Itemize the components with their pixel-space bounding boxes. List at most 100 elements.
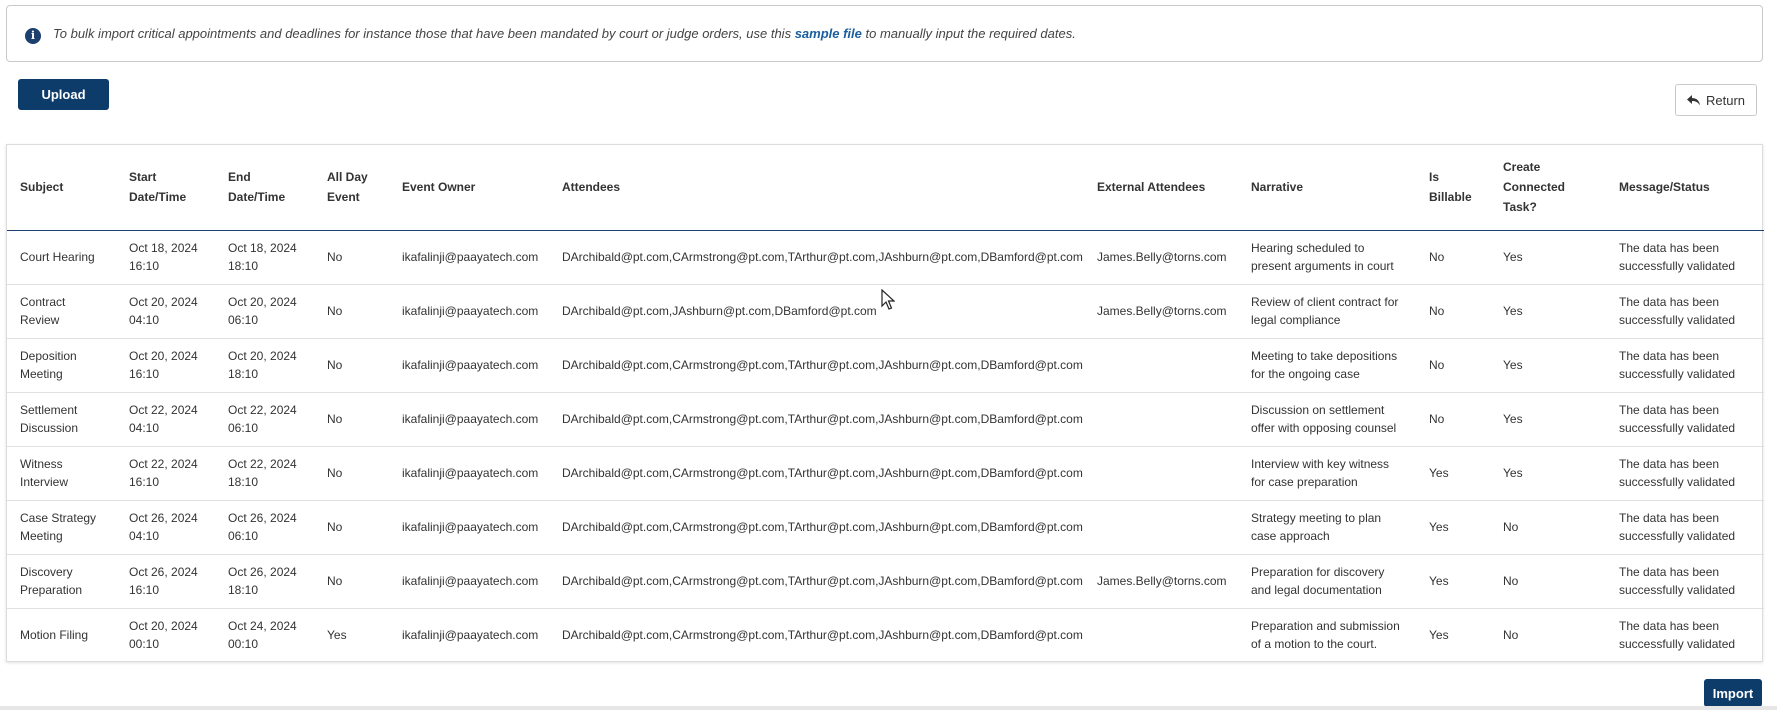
cell-start-line: Oct 20, 2024 (129, 619, 198, 634)
cell-attendees: DArchibald@pt.com,CArmstrong@pt.com,TArt… (549, 500, 1084, 555)
column-header-external-attendees: External Attendees (1084, 145, 1238, 231)
cell-narrative-line: Hearing scheduled to (1251, 241, 1365, 255)
upload-button[interactable]: Upload (18, 79, 109, 110)
cell-subject-line: Discussion (20, 421, 79, 435)
cell-narrative-line: and legal documentation (1251, 583, 1382, 597)
mouse-cursor-icon (881, 288, 896, 314)
cell-narrative-line: offer with opposing counsel (1251, 421, 1397, 435)
cell-billable: No (1416, 392, 1490, 447)
page-bottom-divider (0, 706, 1777, 710)
cell-subject-line: Witness (20, 457, 63, 471)
cell-billable: No (1416, 338, 1490, 393)
cell-start-line: Oct 26, 2024 (129, 565, 198, 579)
header-narrative-line: Narrative (1251, 180, 1304, 195)
cell-status: The data has been successfully validated (1606, 338, 1764, 393)
cell-start: Oct 20, 2024 00:10 (116, 608, 215, 662)
header-is-billable-line: Is (1429, 170, 1440, 185)
cell-start: Oct 20, 2024 04:10 (116, 284, 215, 339)
cell-end-line: 18:10 (228, 475, 259, 489)
cell-all-day: Yes (327, 628, 347, 643)
cell-start-line: 16:10 (129, 367, 160, 381)
cell-status-line: successfully validated (1619, 259, 1736, 273)
cell-external (1084, 392, 1238, 447)
cell-external (1084, 608, 1238, 662)
header-external-attendees-line: External Attendees (1097, 180, 1206, 195)
column-header-is-billable: Is Billable (1416, 145, 1490, 231)
header-message-status-line: Message/Status (1619, 180, 1710, 195)
sample-file-link[interactable]: sample file (795, 26, 862, 41)
cell-end: Oct 20, 2024 06:10 (215, 284, 314, 339)
cell-attendees: DArchibald@pt.com,CArmstrong@pt.com,TArt… (549, 554, 1084, 609)
cell-all-day: No (314, 446, 389, 501)
cell-subject: Motion Filing (7, 608, 116, 662)
cell-attendees: DArchibald@pt.com,CArmstrong@pt.com,TArt… (549, 392, 1084, 447)
cell-start-line: 04:10 (129, 529, 160, 543)
cell-start: Oct 26, 2024 04:10 (116, 500, 215, 555)
cell-subject: Settlement Discussion (7, 392, 116, 447)
cell-end-line: Oct 24, 2024 (228, 619, 297, 634)
header-create-connected-task-line: Task? (1503, 200, 1537, 215)
cell-billable: No (1416, 230, 1490, 285)
cell-narrative: Preparation and submission of a motion to… (1238, 608, 1416, 662)
column-header-attendees: Attendees (549, 145, 1084, 231)
header-is-billable-line: Billable (1429, 190, 1472, 205)
cell-narrative-line: Strategy meeting to plan (1251, 511, 1382, 525)
cell-status: The data has been successfully validated (1606, 500, 1764, 555)
header-all-day-event-line: Event (327, 190, 360, 205)
table-row: Settlement Discussion Oct 22, 2024 04:10 Oct… (7, 392, 1764, 447)
cell-task: Yes (1490, 446, 1606, 501)
column-header-end-datetime: End Date/Time (215, 145, 314, 231)
cell-narrative-line: for the ongoing case (1251, 367, 1360, 381)
info-text-before: To bulk import critical appointments and… (53, 26, 795, 41)
cell-end: Oct 18, 2024 18:10 (215, 230, 314, 285)
cell-owner: ikafalinji@paayatech.com (389, 338, 549, 393)
cell-start-line: 00:10 (129, 637, 160, 652)
header-attendees-line: Attendees (562, 180, 621, 195)
cell-narrative: Discussion on settlement offer with oppos… (1238, 392, 1416, 447)
cell-status: The data has been successfully validated (1606, 230, 1764, 285)
cell-status-line: The data has been (1619, 241, 1720, 255)
header-create-connected-task-line: Create (1503, 160, 1541, 175)
cell-all-day: No (314, 338, 389, 393)
cell-start: Oct 22, 2024 16:10 (116, 446, 215, 501)
cell-start-line: 16:10 (129, 475, 160, 489)
cell-status: The data has been successfully validated (1606, 284, 1764, 339)
cell-end-line: Oct 22, 2024 (228, 457, 297, 471)
table-row: Case Strategy Meeting Oct 26, 2024 04:10 Oct… (7, 500, 1764, 555)
import-preview-table: Subject Start Date/Time End Date/Time All Day… (6, 144, 1764, 662)
cell-external (1084, 500, 1238, 555)
cell-owner: ikafalinji@paayatech.com (389, 284, 549, 339)
cell-start: Oct 22, 2024 04:10 (116, 392, 215, 447)
cell-end: Oct 22, 2024 18:10 (215, 446, 314, 501)
header-start-datetime-line: Date/Time (129, 190, 187, 205)
cell-narrative-line: of a motion to the court. (1251, 637, 1378, 652)
cell-external: James.Belly@torns.com (1084, 554, 1238, 609)
cell-subject-line: Review (20, 313, 60, 327)
cell-owner: ikafalinji@paayatech.com (389, 392, 549, 447)
return-button[interactable]: Return (1675, 84, 1757, 116)
header-subject-line: Subject (20, 180, 64, 195)
cell-narrative-line: Review of client contract for (1251, 295, 1399, 309)
import-button[interactable]: Import (1704, 679, 1762, 707)
cell-status: The data has been successfully validated (1606, 392, 1764, 447)
cell-status-line: successfully validated (1619, 313, 1736, 327)
cell-external: James.Belly@torns.com (1084, 284, 1238, 339)
info-text-after: to manually input the required dates. (861, 26, 1076, 41)
header-all-day-event-line: All Day (327, 170, 368, 185)
cell-start-line: 16:10 (129, 259, 160, 273)
cell-status-line: successfully validated (1619, 529, 1736, 543)
cell-narrative-line: present arguments in court (1251, 259, 1394, 273)
cell-attendees: DArchibald@pt.com,CArmstrong@pt.com,TArt… (549, 446, 1084, 501)
cell-attendees: DArchibald@pt.com,CArmstrong@pt.com,TArt… (549, 338, 1084, 393)
header-end-datetime-line: Date/Time (228, 190, 286, 205)
info-icon: i (25, 27, 41, 44)
cell-start: Oct 26, 2024 16:10 (116, 554, 215, 609)
table-row: Deposition Meeting Oct 20, 2024 16:10 Oct 20… (7, 338, 1764, 393)
cell-subject-line: Case Strategy (20, 511, 97, 525)
cell-narrative: Preparation for discovery and legal docum… (1238, 554, 1416, 609)
table-row: Motion Filing Oct 20, 2024 00:10 Oct 24, 20… (7, 608, 1764, 662)
cell-attendees: DArchibald@pt.com,JAshburn@pt.com,DBamfo… (549, 284, 1084, 339)
cell-attendees: DArchibald@pt.com,CArmstrong@pt.com,TArt… (549, 230, 1084, 285)
cell-subject-line: Motion Filing (20, 628, 89, 643)
cell-status: The data has been successfully validated (1606, 608, 1764, 662)
